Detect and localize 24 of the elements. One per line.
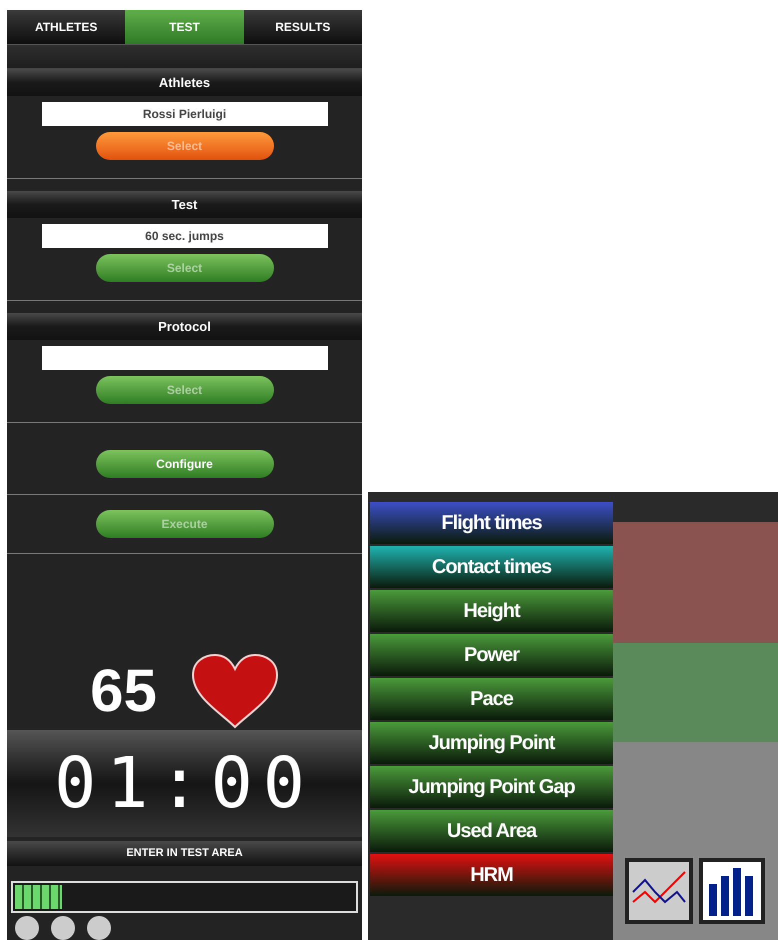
timer-display: 01:00 bbox=[7, 730, 362, 837]
section-header: Protocol bbox=[7, 313, 362, 340]
metric-button[interactable]: Height bbox=[370, 590, 613, 632]
section-header: Test bbox=[7, 191, 362, 218]
tab[interactable]: TEST bbox=[125, 10, 244, 44]
status-label: ENTER IN TEST AREA bbox=[7, 840, 362, 866]
tab[interactable]: ATHLETES bbox=[7, 10, 126, 44]
bar-chart-icon[interactable] bbox=[699, 858, 765, 924]
text-field[interactable]: 60 sec. jumps bbox=[42, 224, 328, 248]
metric-button[interactable]: Used Area bbox=[370, 810, 613, 852]
metric-button[interactable]: Power bbox=[370, 634, 613, 676]
metric-button[interactable]: Pace bbox=[370, 678, 613, 720]
metric-button[interactable]: Contact times bbox=[370, 546, 613, 588]
metric-button[interactable]: Jumping Point Gap bbox=[370, 766, 613, 808]
metric-button[interactable]: Jumping Point bbox=[370, 722, 613, 764]
heart-icon bbox=[190, 653, 279, 730]
text-field[interactable]: Rossi Pierluigi bbox=[42, 102, 328, 126]
text-field[interactable] bbox=[42, 346, 328, 370]
line-chart-icon[interactable] bbox=[625, 858, 693, 924]
tab[interactable]: RESULTS bbox=[244, 10, 362, 44]
metric-button[interactable]: Flight times bbox=[370, 502, 613, 544]
heart-rate-value: 65 bbox=[90, 661, 157, 722]
section-header: Athletes bbox=[7, 69, 362, 96]
metric-button[interactable]: HRM bbox=[370, 854, 613, 896]
